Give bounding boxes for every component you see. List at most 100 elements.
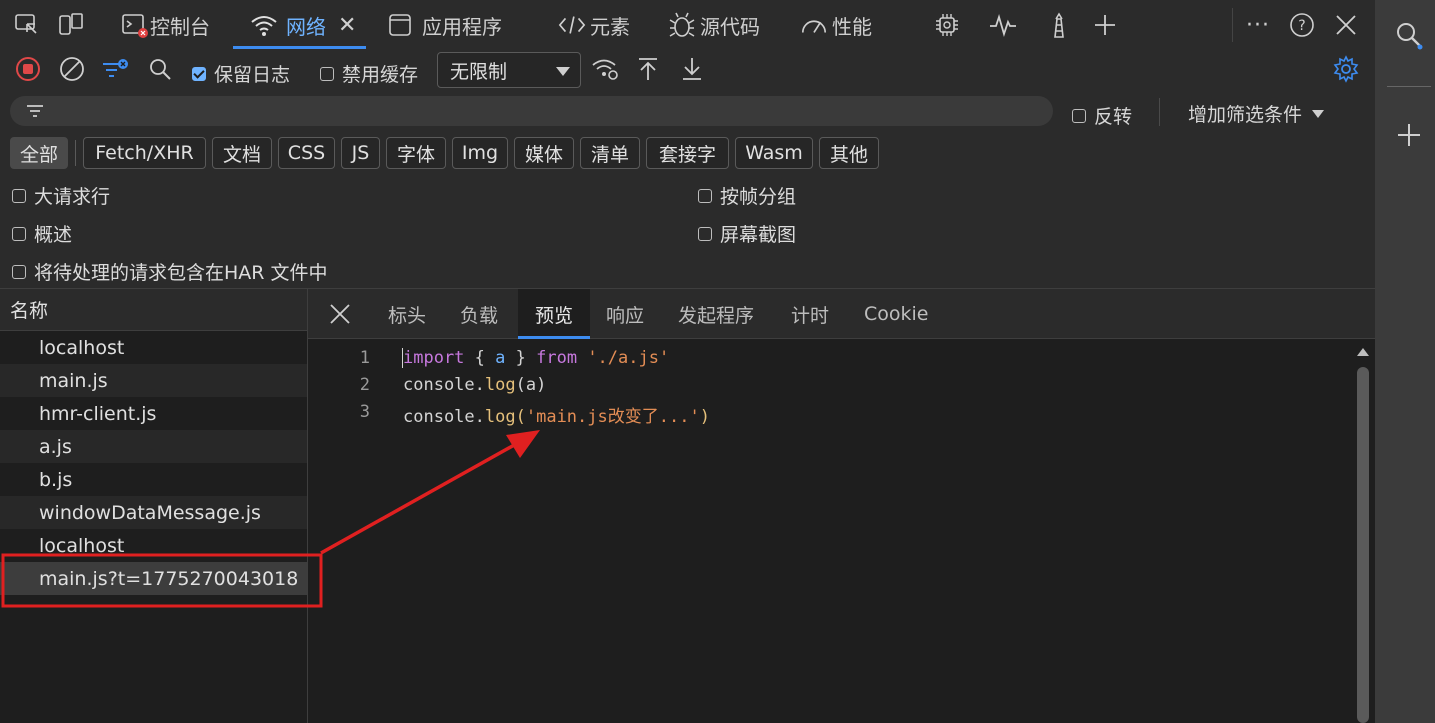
invert-label: 反转 bbox=[1094, 106, 1133, 128]
settings-gear-icon[interactable] bbox=[1330, 53, 1362, 85]
tab-sources[interactable]: 源代码 bbox=[668, 0, 760, 50]
type-filter-manifest[interactable]: 清单 bbox=[580, 137, 640, 169]
gauge-icon bbox=[800, 11, 828, 39]
chevron-down-icon bbox=[1312, 109, 1325, 118]
code-scrollbar-thumb[interactable] bbox=[1357, 367, 1369, 723]
tab-application[interactable]: 应用程序 bbox=[386, 0, 502, 50]
tab-application-label: 应用程序 bbox=[422, 14, 502, 39]
tab-sources-label: 源代码 bbox=[700, 14, 760, 39]
memory-chip-icon[interactable] bbox=[933, 0, 961, 50]
add-icon[interactable] bbox=[1396, 122, 1422, 152]
network-conditions-icon[interactable] bbox=[590, 53, 622, 85]
tab-network[interactable]: 网络 ✕ bbox=[250, 0, 356, 50]
request-row[interactable]: localhost bbox=[0, 529, 307, 562]
search-icon[interactable] bbox=[144, 53, 176, 85]
har-pending-label: 将待处理的请求包含在HAR 文件中 bbox=[34, 262, 328, 284]
type-filter-all[interactable]: 全部 bbox=[10, 137, 68, 169]
string-literal: './a.js' bbox=[587, 348, 670, 368]
request-row[interactable]: localhost bbox=[0, 331, 307, 364]
request-row[interactable]: windowDataMessage.js bbox=[0, 496, 307, 529]
type-filter-media[interactable]: 媒体 bbox=[514, 137, 574, 169]
tab-performance[interactable]: 性能 bbox=[800, 0, 872, 50]
tab-initiator[interactable]: 发起程序 bbox=[678, 289, 754, 339]
close-devtools-icon[interactable] bbox=[1334, 0, 1358, 50]
name-column-header[interactable]: 名称 bbox=[0, 289, 307, 331]
pulse-icon[interactable] bbox=[988, 0, 1018, 50]
device-emulation-icon[interactable] bbox=[58, 0, 84, 50]
console-object: console. bbox=[403, 407, 485, 427]
group-by-frame-option[interactable]: 按帧分组 bbox=[698, 182, 796, 209]
type-filter-font[interactable]: 字体 bbox=[386, 137, 446, 169]
tab-response[interactable]: 响应 bbox=[606, 289, 644, 339]
code-line-2: console.log(a) bbox=[403, 375, 546, 395]
invert-check[interactable] bbox=[1072, 108, 1086, 123]
inspect-element-icon[interactable] bbox=[14, 0, 40, 50]
log-function: log bbox=[484, 375, 516, 395]
more-filters-dropdown[interactable]: 增加筛选条件 bbox=[1188, 100, 1325, 127]
big-request-rows-label: 大请求行 bbox=[34, 186, 111, 208]
line-number: 1 bbox=[359, 348, 370, 368]
record-stop-icon[interactable] bbox=[12, 53, 44, 85]
overview-check[interactable] bbox=[12, 226, 26, 241]
invert-checkbox[interactable]: 反转 bbox=[1072, 102, 1132, 129]
more-options-icon[interactable]: ··· bbox=[1246, 0, 1270, 50]
type-filter-socket[interactable]: 套接字 bbox=[646, 137, 729, 169]
preserve-log-check[interactable] bbox=[192, 66, 206, 81]
type-filter-fetch-xhr[interactable]: Fetch/XHR bbox=[83, 137, 206, 169]
lighthouse-icon[interactable] bbox=[1046, 0, 1072, 50]
request-row[interactable]: a.js bbox=[0, 430, 307, 463]
group-by-frame-check[interactable] bbox=[698, 188, 712, 203]
screenshots-option[interactable]: 屏幕截图 bbox=[698, 220, 796, 247]
tab-elements[interactable]: 元素 bbox=[558, 0, 630, 50]
close-tab-icon[interactable]: ✕ bbox=[338, 13, 356, 38]
console-icon bbox=[120, 11, 148, 39]
disable-cache-checkbox[interactable]: 禁用缓存 bbox=[320, 60, 418, 87]
filter-clear-icon[interactable] bbox=[100, 53, 132, 85]
paren-close: ) bbox=[699, 407, 710, 427]
tab-cookie[interactable]: Cookie bbox=[864, 289, 929, 339]
tab-preview[interactable]: 预览 bbox=[518, 289, 590, 339]
tab-timing[interactable]: 计时 bbox=[791, 289, 829, 339]
big-request-rows-check[interactable] bbox=[12, 188, 26, 203]
tab-payload[interactable]: 负载 bbox=[460, 289, 498, 339]
export-har-icon[interactable] bbox=[676, 53, 708, 85]
code-preview[interactable] bbox=[308, 339, 1358, 723]
big-request-rows-option[interactable]: 大请求行 bbox=[12, 182, 110, 209]
scroll-up-icon[interactable] bbox=[1357, 348, 1369, 356]
request-row[interactable]: main.js bbox=[0, 364, 307, 397]
tab-console[interactable]: 控制台 bbox=[120, 0, 210, 50]
string-literal: 'main.js改变了...' bbox=[525, 407, 700, 427]
throttling-select[interactable]: 无限制 bbox=[437, 52, 581, 88]
type-filter-other[interactable]: 其他 bbox=[819, 137, 879, 169]
request-row-selected[interactable]: main.js?t=1775270043018 bbox=[0, 562, 307, 595]
tab-headers[interactable]: 标头 bbox=[388, 289, 426, 339]
request-row[interactable]: hmr-client.js bbox=[0, 397, 307, 430]
more-filters-label: 增加筛选条件 bbox=[1188, 104, 1303, 126]
request-row[interactable]: b.js bbox=[0, 463, 307, 496]
type-filter-doc[interactable]: 文档 bbox=[212, 137, 272, 169]
add-tab-icon[interactable] bbox=[1092, 0, 1118, 50]
filter-input[interactable] bbox=[10, 96, 1053, 126]
close-detail-icon[interactable] bbox=[328, 302, 352, 330]
type-filter-js[interactable]: JS bbox=[341, 137, 380, 169]
type-filter-img[interactable]: Img bbox=[452, 137, 508, 169]
screenshots-check[interactable] bbox=[698, 226, 712, 241]
screenshots-label: 屏幕截图 bbox=[720, 224, 797, 246]
type-filter-wasm[interactable]: Wasm bbox=[735, 137, 813, 169]
disable-cache-check[interactable] bbox=[320, 66, 334, 81]
import-har-icon[interactable] bbox=[632, 53, 664, 85]
tab-elements-label: 元素 bbox=[590, 14, 630, 39]
overview-option[interactable]: 概述 bbox=[12, 220, 72, 247]
har-pending-option[interactable]: 将待处理的请求包含在HAR 文件中 bbox=[12, 258, 328, 285]
help-icon[interactable]: ? bbox=[1288, 0, 1316, 50]
type-filter-css[interactable]: CSS bbox=[278, 137, 335, 169]
line-number: 2 bbox=[359, 375, 370, 395]
identifier-a: a bbox=[495, 348, 506, 368]
search-icon[interactable] bbox=[1394, 20, 1424, 54]
application-icon bbox=[386, 11, 414, 39]
throttling-value: 无限制 bbox=[450, 60, 508, 83]
preserve-log-checkbox[interactable]: 保留日志 bbox=[192, 60, 290, 87]
har-pending-check[interactable] bbox=[12, 264, 26, 279]
bug-icon bbox=[668, 11, 696, 39]
clear-icon[interactable] bbox=[56, 53, 88, 85]
